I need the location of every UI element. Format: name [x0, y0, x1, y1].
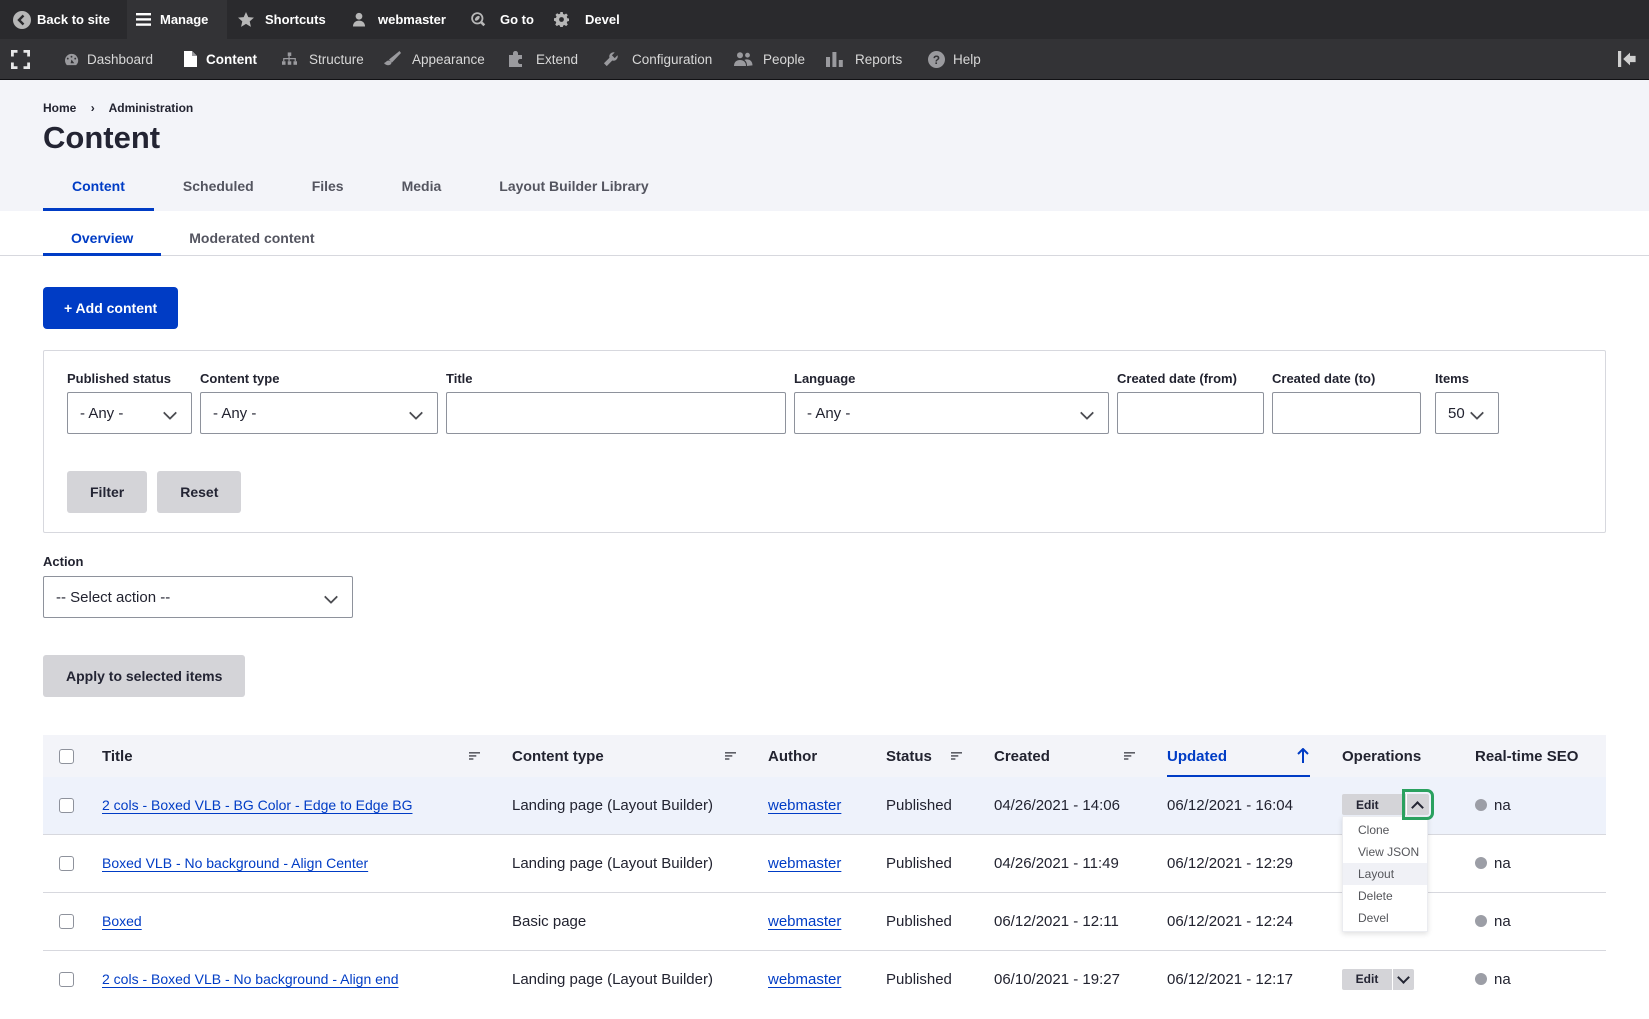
svg-text:?: ?	[933, 53, 940, 66]
